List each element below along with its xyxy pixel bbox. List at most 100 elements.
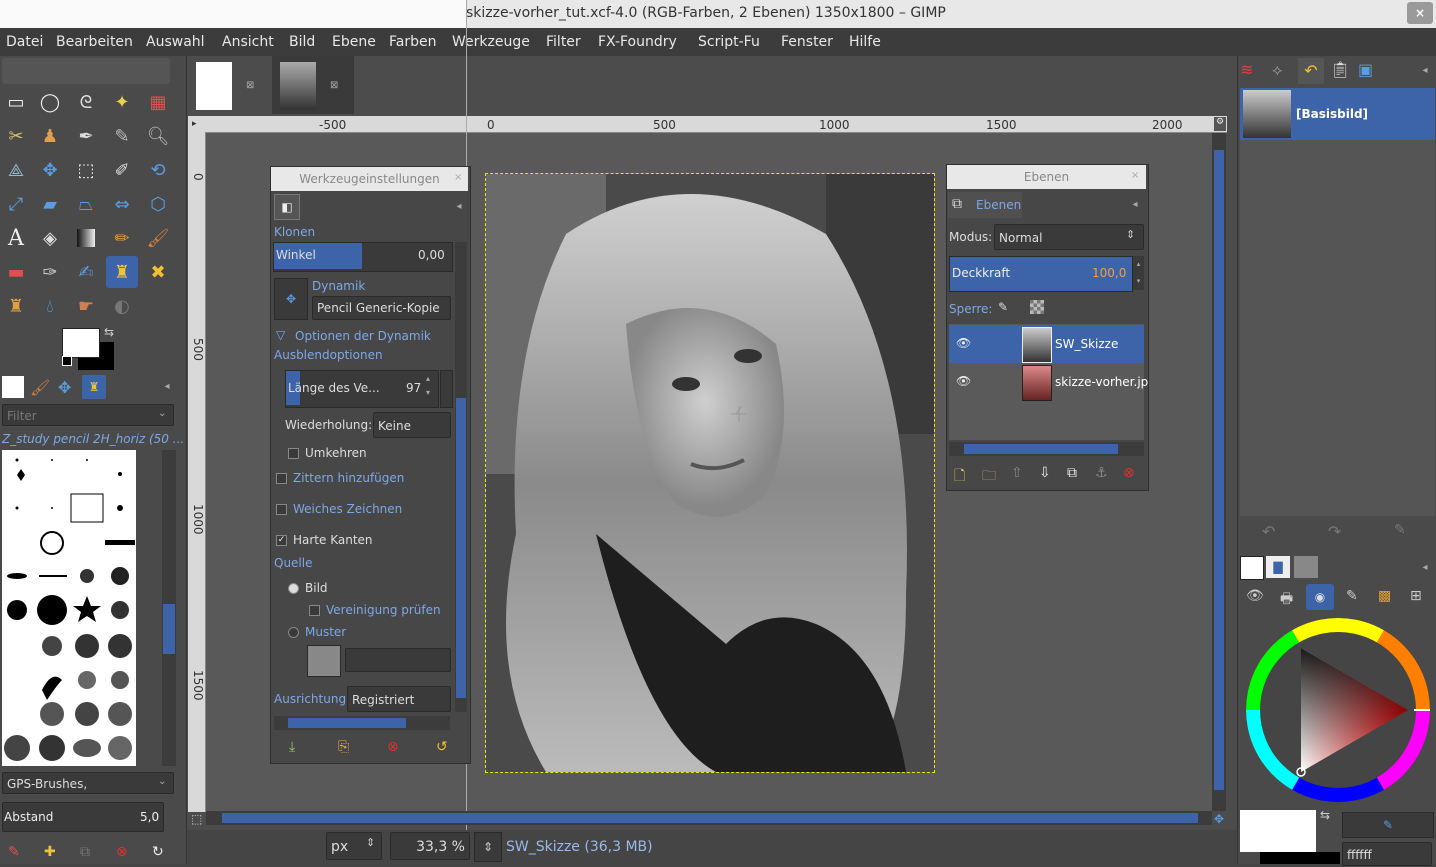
close-icon[interactable]: × [454, 172, 462, 183]
default-colors-icon[interactable] [62, 356, 72, 366]
redo-icon[interactable]: ↷ [1328, 522, 1341, 541]
menu-filters[interactable]: Filter [546, 34, 581, 50]
edit-brush-icon[interactable]: ✎ [8, 844, 20, 860]
tool-options-scroll-thumb[interactable] [456, 398, 466, 698]
lock-pixels-icon[interactable]: ✎ [998, 300, 1008, 314]
source-pattern-radio[interactable] [288, 627, 299, 638]
delete-brush-icon[interactable]: ⊗ [116, 844, 128, 860]
ellipse-select-icon[interactable]: ◯ [36, 88, 64, 116]
rotate-icon[interactable]: ⟲ [144, 156, 172, 184]
new-layer-icon[interactable]: 🗋︎ [954, 465, 965, 489]
fuzzy-select-icon[interactable]: ✦ [108, 88, 136, 116]
vertical-ruler[interactable] [188, 132, 206, 812]
paths-icon[interactable]: ✒ [72, 122, 100, 150]
tab-menu-icon[interactable]: ◂ [1128, 198, 1142, 212]
new-layer-group-icon[interactable]: 🗀︎ [982, 465, 996, 489]
color-wheel[interactable] [1246, 618, 1430, 802]
close-icon[interactable]: ⊠ [330, 80, 338, 91]
layers-hscroll-thumb[interactable] [964, 444, 1118, 454]
scales-icon[interactable]: 👁︎ [1246, 588, 1264, 604]
mode-select[interactable]: Normal [994, 224, 1144, 250]
foreground-color-swatch[interactable] [62, 328, 100, 358]
dodge-burn-icon[interactable]: ◐ [108, 292, 136, 320]
dynamics-options-expander[interactable]: Optionen der Dynamik [295, 329, 431, 343]
palette-icon[interactable]: ▩ [1378, 588, 1391, 604]
color-select-icon[interactable]: ▦ [144, 88, 172, 116]
lock-alpha-icon[interactable] [1030, 300, 1044, 314]
pattern-preview[interactable] [307, 645, 341, 677]
crop-icon[interactable]: ✐ [108, 156, 136, 184]
tab-menu-icon[interactable]: ◂ [1418, 64, 1432, 78]
tool-options-tab-icon[interactable]: ◧ [274, 194, 300, 220]
swap-colors-icon[interactable]: ⇆ [104, 325, 114, 339]
delete-layer-icon[interactable]: ⊗ [1123, 465, 1135, 481]
pattern-name-field[interactable] [345, 648, 451, 672]
brush-grid[interactable] [2, 450, 136, 766]
measure-icon[interactable]: ⟁ [2, 156, 30, 184]
close-icon[interactable]: ⊠ [246, 80, 254, 91]
vertical-scroll-thumb[interactable] [1214, 150, 1224, 790]
lower-layer-icon[interactable]: ⇩ [1039, 465, 1051, 481]
menu-fx-foundry[interactable]: FX-Foundry [598, 34, 677, 50]
blend-icon[interactable] [72, 224, 100, 252]
color-picker-icon[interactable]: ✎ [1346, 588, 1358, 604]
tab-patterns-icon[interactable]: ✥ [58, 378, 71, 397]
save-options-icon[interactable]: ⤓ [289, 739, 295, 755]
airbrush-icon[interactable]: ✑ [36, 258, 64, 286]
undo-icon[interactable]: ↶ [1262, 522, 1275, 541]
opacity-spin-icon[interactable]: ▴ ▾ [1133, 256, 1144, 290]
expander-icon[interactable]: ▽ [276, 328, 285, 342]
hex-color-input[interactable]: ffffff [1342, 842, 1432, 866]
duplicate-layer-icon[interactable]: ⧉ [1067, 465, 1077, 481]
close-window-button[interactable]: × [1407, 2, 1433, 24]
cage-transform-icon[interactable]: ⬡ [144, 190, 172, 218]
zoom-input[interactable]: 33,3 % [390, 832, 470, 860]
source-image-radio[interactable] [288, 583, 299, 594]
duplicate-brush-icon[interactable]: ⧉ [80, 844, 90, 860]
raise-layer-icon[interactable]: ⇧ [1011, 465, 1023, 481]
rect-select-icon[interactable]: ▭ [2, 88, 30, 116]
refresh-brushes-icon[interactable]: ↻ [152, 844, 164, 860]
undo-history-icon[interactable]: ↶ [1298, 58, 1324, 84]
image-tab-blank[interactable] [196, 62, 232, 110]
perspective-icon[interactable]: ⏢ [72, 190, 100, 218]
pattern-tab-icon[interactable] [1294, 556, 1318, 578]
perspective-clone-icon[interactable]: ♜ [2, 292, 30, 320]
paintbrush-icon[interactable]: 🖌︎ [144, 224, 172, 252]
layers-stack-icon[interactable]: ≋ [1240, 60, 1253, 79]
zoom-icon[interactable]: 🔍︎ [144, 122, 172, 150]
scissors-select-icon[interactable]: ✂ [2, 122, 30, 150]
menu-select[interactable]: Auswahl [146, 34, 205, 50]
menu-edit[interactable]: Bearbeiten [56, 34, 133, 50]
menu-script-fu[interactable]: Script-Fu [698, 34, 760, 50]
histogram-tab-icon[interactable]: ▇ [1266, 556, 1290, 578]
move-icon[interactable]: ✥ [36, 156, 64, 184]
tab-menu-icon[interactable]: ◂ [452, 200, 466, 214]
tab-menu-icon[interactable]: ◂ [1418, 561, 1432, 575]
eye-icon[interactable]: 👁︎ [956, 336, 971, 350]
fg-bg-tab-icon[interactable] [1240, 556, 1264, 580]
horizontal-ruler[interactable] [205, 116, 1227, 133]
restore-options-icon[interactable]: ⎘ [338, 739, 349, 755]
color-wheel-tab-icon[interactable]: ◉ [1306, 584, 1334, 610]
zoom-dropdown-icon[interactable]: ⇕ [474, 832, 502, 862]
paths-dock-icon[interactable]: ⟡ [1272, 60, 1283, 80]
sample-merged-checkbox[interactable] [309, 605, 320, 616]
menu-file[interactable]: Datei [6, 34, 43, 50]
tool-options-hscroll-thumb[interactable] [288, 718, 406, 728]
pencil-icon[interactable]: ✏ [108, 224, 136, 252]
clone-tool-icon[interactable]: ♜ [106, 256, 138, 288]
menu-tools[interactable]: Werkzeuge [452, 34, 530, 50]
layer-name[interactable]: skizze-vorher.jp [1055, 375, 1148, 389]
text-tool-icon[interactable]: A [2, 224, 30, 252]
menu-view[interactable]: Ansicht [222, 34, 274, 50]
brush-grid-scroll-thumb[interactable] [163, 604, 175, 654]
delete-options-icon[interactable]: ⊗ [387, 739, 399, 755]
smudge-icon[interactable]: ☛ [72, 292, 100, 320]
images-dock-icon[interactable]: ▣ [1358, 60, 1373, 79]
navigate-icon[interactable]: ⚙ [1214, 117, 1226, 131]
eye-icon[interactable]: 👁︎ [956, 374, 971, 388]
new-brush-icon[interactable]: ✚ [44, 844, 56, 860]
quick-mask-icon[interactable]: ⬚ [191, 812, 202, 826]
reverse-checkbox[interactable] [288, 448, 299, 459]
